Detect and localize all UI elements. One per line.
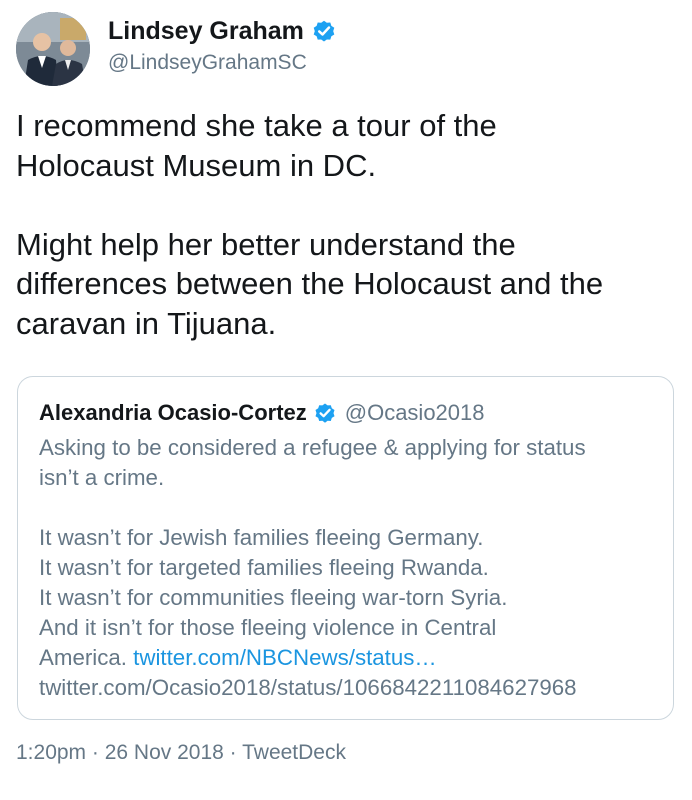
meta-separator: ·: [86, 741, 105, 764]
verified-badge-icon: [311, 18, 337, 44]
quoted-line: It wasn’t for communities fleeing war-to…: [39, 585, 508, 610]
quoted-tweet[interactable]: Alexandria Ocasio-Cortez @Ocasio2018 Ask…: [17, 376, 674, 720]
quoted-author-name[interactable]: Alexandria Ocasio-Cortez: [39, 400, 307, 426]
quoted-tweet-header[interactable]: Alexandria Ocasio-Cortez @Ocasio2018: [39, 400, 485, 426]
avatar[interactable]: [16, 12, 90, 86]
quoted-line: Asking to be considered a refugee & appl…: [39, 435, 586, 460]
quoted-line: isn’t a crime.: [39, 465, 165, 490]
nbc-news-link[interactable]: twitter.com/NBCNews/status…: [133, 645, 437, 670]
quoted-line: It wasn’t for Jewish families fleeing Ge…: [39, 525, 484, 550]
tweet-metadata: 1:20pm · 26 Nov 2018 · TweetDeck: [16, 741, 346, 765]
verified-badge-icon: [313, 401, 337, 425]
tweet-line: caravan in Tijuana.: [16, 305, 277, 341]
quoted-line: And it isn’t for those fleeing violence …: [39, 615, 497, 640]
quoted-tweet-url: twitter.com/Ocasio2018/status/1066842211…: [39, 673, 664, 703]
quoted-line-last: America. twitter.com/NBCNews/status…: [39, 643, 664, 673]
tweet-line: Might help her better understand the: [16, 226, 516, 262]
tweet-time[interactable]: 1:20pm: [16, 741, 86, 764]
tweet-source[interactable]: TweetDeck: [242, 741, 346, 764]
author-display-name[interactable]: Lindsey Graham: [108, 17, 304, 46]
tweet-line: differences between the Holocaust and th…: [16, 266, 604, 301]
tweet-date[interactable]: 26 Nov 2018: [105, 741, 224, 764]
quoted-status-url[interactable]: twitter.com/Ocasio2018/status/1066842211…: [39, 675, 577, 700]
tweet-line: Holocaust Museum in DC.: [16, 147, 377, 183]
tweet-card: Lindsey Graham @LindseyGrahamSC I recomm…: [0, 0, 692, 800]
tweet-line: I recommend she take a tour of the: [16, 108, 497, 143]
quoted-line-prefix: America.: [39, 645, 134, 670]
quoted-tweet-text: Asking to be considered a refugee & appl…: [39, 433, 664, 703]
meta-separator: ·: [223, 741, 243, 764]
author-name-row[interactable]: Lindsey Graham: [108, 14, 337, 48]
author-handle[interactable]: @LindseyGrahamSC: [108, 51, 307, 75]
quoted-author-handle[interactable]: @Ocasio2018: [345, 400, 485, 426]
tweet-text: I recommend she take a tour of the Holoc…: [16, 106, 681, 343]
quoted-line: It wasn’t for targeted families fleeing …: [39, 555, 489, 580]
